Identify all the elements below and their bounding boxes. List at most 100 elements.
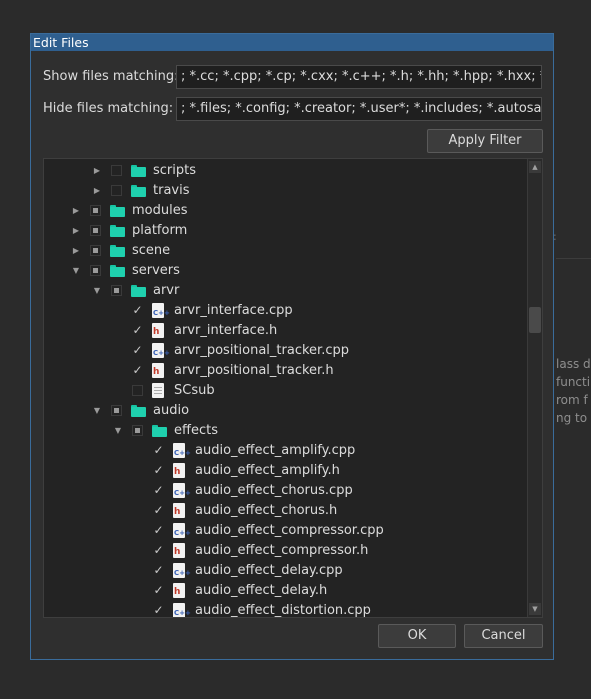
folder-icon [110,225,125,237]
tree-item[interactable]: SCsub [44,381,528,401]
cpp-file-icon: C++ [152,343,170,358]
tree-item[interactable]: ✓ C++ audio_effect_amplify.cpp [44,441,528,461]
tree-item-label: arvr_positional_tracker.cpp [174,343,349,358]
tree-item-label: scripts [153,163,196,178]
tree-checkbox[interactable]: ✓ [153,564,164,576]
tree-item[interactable]: ✓ C++ arvr_positional_tracker.cpp [44,341,528,361]
tree-item[interactable]: ✓ C++ audio_effect_distortion.cpp [44,601,528,617]
tree-checkbox[interactable]: ✓ [153,444,164,456]
cpp-file-icon: C++ [173,443,191,458]
expand-arrow-right-icon[interactable]: ▶ [71,205,81,217]
tree-checkbox[interactable]: ✓ [153,604,164,616]
tree-item-label: audio [153,403,190,418]
show-files-field[interactable]: ; *.cc; *.cpp; *.cp; *.cxx; *.c++; *.h; … [176,65,542,89]
tree-item-label: servers [132,263,180,278]
tree-item[interactable]: ▶ scripts [44,161,528,181]
tree-checkbox[interactable] [111,405,122,416]
cpp-file-icon: C++ [173,483,191,498]
dialog-title: Edit Files [31,34,553,51]
tree-item[interactable]: ▼ audio [44,401,528,421]
tree-item[interactable]: ✓ C++ audio_effect_compressor.cpp [44,521,528,541]
tree-item[interactable]: ▶ platform [44,221,528,241]
tree-checkbox[interactable]: ✓ [153,524,164,536]
tree-item[interactable]: ✓ h arvr_interface.h [44,321,528,341]
folder-icon [152,425,167,437]
tree-item-label: arvr_interface.h [174,323,278,338]
header-file-icon: h [173,463,185,478]
tree-checkbox[interactable]: ✓ [153,504,164,516]
folder-icon [110,265,125,277]
header-file-icon: h [173,503,185,518]
tree-checkbox[interactable] [132,385,143,396]
tree-item-label: audio_effect_amplify.cpp [195,443,356,458]
folder-icon [131,285,146,297]
file-tree[interactable]: ▲ ▼ ▶ scripts ▶ travis ▶ modules ▶ platform ▶ sce… [43,158,543,618]
scroll-up-icon[interactable]: ▲ [529,161,541,173]
tree-checkbox[interactable] [111,185,122,196]
tree-item-label: audio_effect_amplify.h [195,463,340,478]
tree-item-label: audio_effect_delay.cpp [195,563,343,578]
tree-checkbox[interactable] [90,265,101,276]
tree-item[interactable]: ✓ h audio_effect_delay.h [44,581,528,601]
tree-checkbox[interactable]: ✓ [153,544,164,556]
tree-item[interactable]: ▶ scene [44,241,528,261]
scroll-thumb[interactable] [529,307,541,333]
tree-checkbox[interactable]: ✓ [132,304,143,316]
tree-checkbox[interactable] [111,165,122,176]
tree-item-label: platform [132,223,188,238]
tree-checkbox[interactable] [90,205,101,216]
folder-icon [131,165,146,177]
tree-checkbox[interactable]: ✓ [153,464,164,476]
expand-arrow-right-icon[interactable]: ▶ [92,165,102,177]
expand-arrow-down-icon[interactable]: ▼ [92,285,102,297]
cpp-file-icon: C++ [173,523,191,538]
ok-button[interactable]: OK [378,624,456,648]
tree-checkbox[interactable]: ✓ [153,584,164,596]
tree-checkbox[interactable]: ✓ [132,344,143,356]
tree-item[interactable]: ✓ C++ audio_effect_delay.cpp [44,561,528,581]
tree-checkbox[interactable]: ✓ [153,484,164,496]
tree-checkbox[interactable]: ✓ [132,324,143,336]
tree-item-label: audio_effect_chorus.h [195,503,338,518]
hide-files-field[interactable]: ; *.files; *.config; *.creator; *.user*;… [176,97,542,121]
tree-item-label: arvr [153,283,180,298]
tree-item-label: modules [132,203,188,218]
tree-item[interactable]: ✓ C++ audio_effect_chorus.cpp [44,481,528,501]
background-text-line: functi [556,375,591,389]
tree-scrollbar[interactable]: ▲ ▼ [527,159,542,617]
tree-checkbox[interactable] [90,225,101,236]
tree-checkbox[interactable] [90,245,101,256]
tree-item[interactable]: ✓ h audio_effect_compressor.h [44,541,528,561]
text-file-icon [152,383,164,398]
apply-filter-button[interactable]: Apply Filter [427,129,543,153]
expand-arrow-right-icon[interactable]: ▶ [92,185,102,197]
tree-checkbox[interactable] [132,425,143,436]
tree-item[interactable]: ▼ arvr [44,281,528,301]
expand-arrow-right-icon[interactable]: ▶ [71,245,81,257]
tree-item-label: arvr_interface.cpp [174,303,293,318]
scroll-down-icon[interactable]: ▼ [529,603,541,615]
tree-item[interactable]: ✓ h audio_effect_amplify.h [44,461,528,481]
expand-arrow-down-icon[interactable]: ▼ [92,405,102,417]
tree-item[interactable]: ▶ modules [44,201,528,221]
tree-item[interactable]: ✓ C++ arvr_interface.cpp [44,301,528,321]
tree-item[interactable]: ▼ servers [44,261,528,281]
expand-arrow-down-icon[interactable]: ▼ [113,425,123,437]
tree-checkbox[interactable] [111,285,122,296]
tree-item-label: audio_effect_chorus.cpp [195,483,353,498]
expand-arrow-right-icon[interactable]: ▶ [71,225,81,237]
cpp-file-icon: C++ [173,563,191,578]
tree-item-label: scene [132,243,171,258]
folder-icon [131,185,146,197]
expand-arrow-down-icon[interactable]: ▼ [71,265,81,277]
tree-item[interactable]: ▶ travis [44,181,528,201]
cancel-button[interactable]: Cancel [464,624,543,648]
tree-item[interactable]: ▼ effects [44,421,528,441]
tree-checkbox[interactable]: ✓ [132,364,143,376]
tree-item[interactable]: ✓ h arvr_positional_tracker.h [44,361,528,381]
tree-item[interactable]: ✓ h audio_effect_chorus.h [44,501,528,521]
header-file-icon: h [152,323,164,338]
tree-item-label: audio_effect_delay.h [195,583,328,598]
tree-item-label: audio_effect_compressor.h [195,543,369,558]
tree-item-label: effects [174,423,218,438]
